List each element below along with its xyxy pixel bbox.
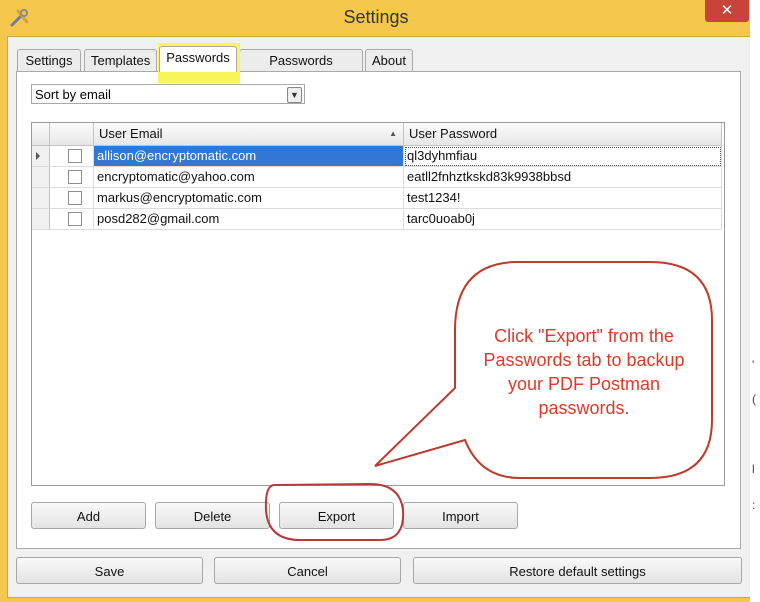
close-button[interactable]: ✕ — [705, 0, 749, 22]
table-row[interactable]: markus@encryptomatic.com test1234! — [32, 188, 722, 209]
row-header[interactable] — [32, 167, 50, 188]
table-row[interactable]: posd282@gmail.com tarc0uoab0j — [32, 209, 722, 230]
settings-window: Settings ✕ Settings Templates Passwords … — [0, 0, 753, 602]
settings-client-area: Settings Templates Passwords Passwords S… — [7, 36, 751, 598]
sort-dropdown-value: Sort by email — [35, 87, 111, 102]
row-header[interactable] — [32, 209, 50, 230]
cancel-button[interactable]: Cancel — [214, 557, 401, 584]
restore-default-button[interactable]: Restore default settings — [413, 557, 742, 584]
window-title: Settings — [343, 7, 409, 27]
delete-button[interactable]: Delete — [155, 502, 270, 529]
row-header[interactable] — [32, 188, 50, 209]
tab-passwords-storage[interactable]: Passwords Storage — [239, 49, 363, 90]
email-cell[interactable]: allison@encryptomatic.com — [94, 146, 404, 167]
email-cell[interactable]: markus@encryptomatic.com — [94, 188, 404, 209]
tab-passwords[interactable]: Passwords — [159, 46, 237, 72]
title-bar: Settings ✕ — [0, 0, 752, 36]
passwords-tab-panel: Sort by email ▼ User Email ▲ User Passwo… — [16, 71, 741, 549]
sort-dropdown[interactable]: Sort by email ▼ — [31, 84, 305, 104]
table-row[interactable]: allison@encryptomatic.com ql3dyhmfiau — [32, 146, 722, 167]
passwords-grid: User Email ▲ User Password allison@encry… — [31, 122, 725, 486]
add-button[interactable]: Add — [31, 502, 146, 529]
row-checkbox-cell — [50, 188, 94, 209]
column-header-password[interactable]: User Password — [404, 123, 722, 145]
grid-header: User Email ▲ User Password — [32, 123, 722, 146]
tab-templates[interactable]: Templates — [84, 49, 157, 71]
chevron-down-icon[interactable]: ▼ — [287, 87, 302, 103]
row-checkbox[interactable] — [68, 149, 82, 163]
callout-text: Click "Export" from the Passwords tab to… — [483, 326, 685, 418]
checkbox-column-header — [50, 123, 94, 145]
row-checkbox-cell — [50, 209, 94, 230]
tab-settings[interactable]: Settings — [17, 49, 81, 71]
email-cell[interactable]: encryptomatic@yahoo.com — [94, 167, 404, 188]
row-checkbox[interactable] — [68, 212, 82, 226]
row-header[interactable] — [32, 146, 50, 167]
row-checkbox[interactable] — [68, 191, 82, 205]
password-cell[interactable]: eatll2fnhztkskd83k9938bbsd — [404, 167, 722, 188]
row-checkbox[interactable] — [68, 170, 82, 184]
column-header-email-label: User Email — [99, 126, 163, 141]
password-cell[interactable]: ql3dyhmfiau — [404, 146, 722, 167]
password-cell[interactable]: tarc0uoab0j — [404, 209, 722, 230]
sort-ascending-icon: ▲ — [389, 129, 397, 138]
table-row[interactable]: encryptomatic@yahoo.com eatll2fnhztkskd8… — [32, 167, 722, 188]
save-button[interactable]: Save — [16, 557, 203, 584]
row-checkbox-cell — [50, 167, 94, 188]
tab-about[interactable]: About — [365, 49, 413, 71]
password-cell[interactable]: test1234! — [404, 188, 722, 209]
background-window-edge: ' ( l : — [750, 0, 760, 602]
export-button[interactable]: Export — [279, 502, 394, 529]
import-button[interactable]: Import — [403, 502, 518, 529]
column-header-email[interactable]: User Email ▲ — [94, 123, 404, 145]
current-row-icon — [36, 152, 40, 160]
row-checkbox-cell — [50, 146, 94, 167]
row-header-corner — [32, 123, 50, 145]
email-cell[interactable]: posd282@gmail.com — [94, 209, 404, 230]
